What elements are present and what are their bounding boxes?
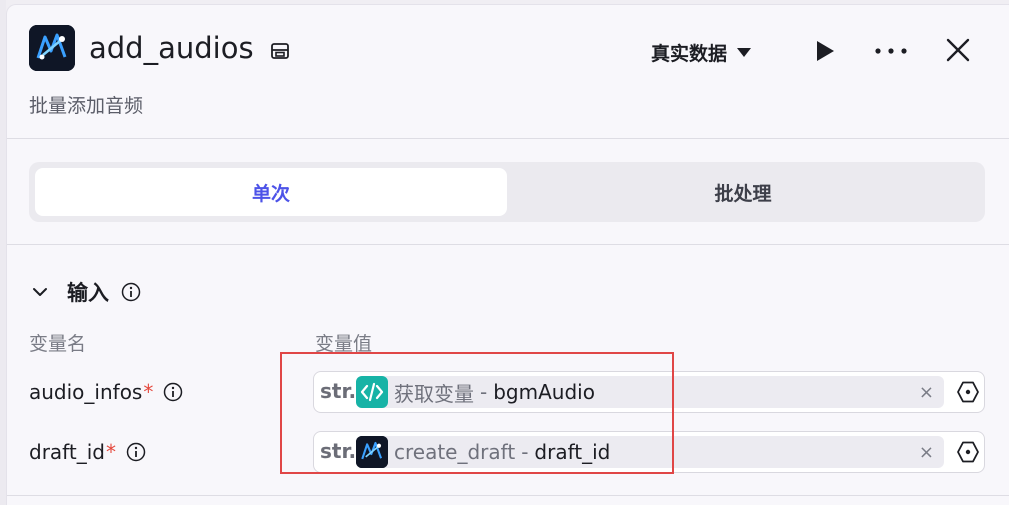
param-name-audio-infos: audio_infos * [29, 377, 183, 407]
more-options-icon[interactable] [873, 41, 909, 61]
variable-select-icon[interactable] [956, 380, 980, 404]
variable-select-icon[interactable] [956, 440, 980, 464]
node-description: 批量添加音频 [29, 95, 144, 117]
info-icon[interactable] [163, 382, 183, 402]
node-title: add_audios [89, 31, 254, 65]
param-label: audio_infos [29, 380, 143, 404]
tabs-divider [7, 244, 1009, 245]
caret-down-icon [737, 47, 752, 57]
data-mode-select[interactable]: 真实数据 [651, 37, 752, 67]
header-divider [7, 138, 1009, 139]
close-icon[interactable] [945, 37, 971, 63]
tab-single[interactable]: 单次 [35, 168, 507, 216]
required-mark: * [143, 380, 154, 404]
required-mark: * [105, 440, 116, 464]
clear-reference-icon[interactable]: × [919, 442, 934, 463]
info-icon[interactable] [126, 442, 146, 462]
column-header-name: 变量名 [29, 333, 87, 355]
bottom-divider [7, 495, 1009, 496]
chevron-down-icon [33, 288, 47, 296]
info-icon[interactable] [121, 282, 141, 302]
panel-header: add_audios 真实数据 批量添加音频 [7, 5, 1009, 139]
input-section-toggle[interactable]: 输入 [31, 277, 141, 307]
tab-batch[interactable]: 批处理 [507, 168, 979, 216]
run-mode-tabs: 单次 批处理 [29, 162, 985, 222]
data-mode-label: 真实数据 [651, 42, 728, 65]
clear-reference-icon[interactable]: × [919, 382, 934, 403]
annotation-highlight-box [280, 352, 674, 474]
plugin-logo-icon [29, 25, 75, 71]
param-label: draft_id [29, 440, 105, 464]
param-name-draft-id: draft_id * [29, 437, 146, 467]
input-section-title: 输入 [67, 281, 109, 305]
save-template-icon[interactable] [269, 40, 291, 62]
run-play-icon[interactable] [813, 38, 837, 64]
